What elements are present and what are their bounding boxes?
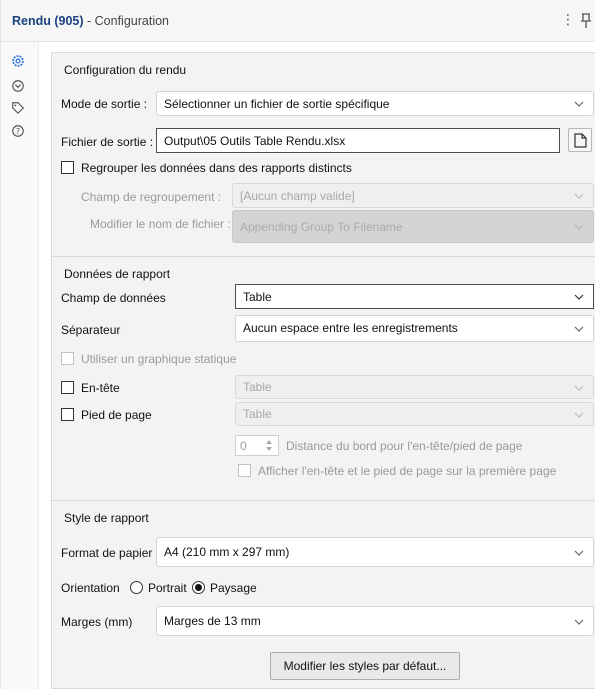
portrait-radio[interactable] xyxy=(130,581,143,594)
footer-checkbox[interactable] xyxy=(61,408,74,421)
output-config-group: Configuration du rendu Mode de sortie : … xyxy=(51,52,595,259)
first-page-label: Afficher l'en-tête et le pied de page su… xyxy=(258,464,557,478)
chevron-down-icon xyxy=(574,193,584,199)
group-title: Données de rapport xyxy=(64,267,171,281)
gear-icon[interactable] xyxy=(11,54,25,68)
group-reports-checkbox[interactable] xyxy=(61,161,74,174)
header-select[interactable]: Table xyxy=(235,375,594,399)
group-reports-label: Regrouper les données dans des rapports … xyxy=(81,161,352,175)
tag-icon[interactable] xyxy=(11,101,25,115)
report-style-group: Style de rapport Format de papier A4 (21… xyxy=(51,500,595,689)
footer-value: Table xyxy=(243,407,272,421)
portrait-label: Portrait xyxy=(148,581,187,595)
content-panel: Configuration du rendu Mode de sortie : … xyxy=(39,42,595,689)
data-field-label: Champ de données xyxy=(61,291,166,305)
header-checkbox[interactable] xyxy=(61,381,74,394)
chevron-down-icon xyxy=(574,326,584,332)
separator-select[interactable]: Aucun espace entre les enregistrements xyxy=(235,315,594,342)
grouping-field-label: Champ de regroupement : xyxy=(81,190,222,204)
landscape-label: Paysage xyxy=(210,581,257,595)
margins-value: Marges de 13 mm xyxy=(164,614,261,628)
data-field-value: Table xyxy=(243,290,272,304)
edit-default-styles-button[interactable]: Modifier les styles par défaut... xyxy=(270,652,460,680)
group-title: Style de rapport xyxy=(64,511,149,525)
header-label: En-tête xyxy=(81,381,120,395)
margins-select[interactable]: Marges de 13 mm xyxy=(156,606,594,636)
chevron-down-icon xyxy=(574,550,584,556)
browse-file-button[interactable] xyxy=(568,128,592,152)
output-mode-value: Sélectionner un fichier de sortie spécif… xyxy=(164,97,390,111)
stepper-arrows-icon[interactable] xyxy=(265,439,273,452)
svg-text:?: ? xyxy=(16,127,20,136)
report-data-group: Données de rapport Champ de données Tabl… xyxy=(51,256,595,530)
edge-distance-label: Distance du bord pour l'en-tête/pied de … xyxy=(286,439,523,453)
first-page-checkbox[interactable] xyxy=(238,464,251,477)
rename-file-select[interactable]: Appending Group To Filename xyxy=(232,210,594,243)
footer-label: Pied de page xyxy=(81,408,152,422)
target-icon[interactable] xyxy=(11,79,25,93)
edge-distance-value: 0 xyxy=(240,439,247,453)
kebab-menu-icon[interactable]: ⋮ xyxy=(561,11,575,28)
chevron-down-icon xyxy=(574,385,584,391)
window-subtitle: Configuration xyxy=(94,14,170,28)
paper-format-value: A4 (210 mm x 297 mm) xyxy=(164,545,290,559)
pin-icon[interactable] xyxy=(579,13,593,29)
file-icon xyxy=(574,133,587,148)
output-mode-label: Mode de sortie : xyxy=(61,97,148,111)
help-icon[interactable]: ? xyxy=(11,124,25,138)
data-field-select[interactable]: Table xyxy=(235,284,594,309)
rename-file-label: Modifier le nom de fichier : xyxy=(90,217,231,231)
edge-distance-stepper[interactable]: 0 xyxy=(235,435,279,456)
margins-label: Marges (mm) xyxy=(61,615,133,629)
paper-format-select[interactable]: A4 (210 mm x 297 mm) xyxy=(156,537,594,567)
radio-selected-dot xyxy=(195,584,202,591)
separator-label: Séparateur xyxy=(61,323,121,337)
grouping-field-value: [Aucun champ valide] xyxy=(240,189,355,203)
orientation-label: Orientation xyxy=(61,581,120,595)
configuration-window: Rendu (905) - Configuration ⋮ ? Configur… xyxy=(0,0,595,689)
static-chart-checkbox[interactable] xyxy=(61,352,74,365)
landscape-radio[interactable] xyxy=(192,581,205,594)
footer-select[interactable]: Table xyxy=(235,402,594,426)
chevron-down-icon xyxy=(574,294,584,300)
output-file-value: Output\05 Outils Table Rendu.xlsx xyxy=(164,134,346,148)
output-file-field[interactable]: Output\05 Outils Table Rendu.xlsx xyxy=(156,128,560,153)
static-chart-label: Utiliser un graphique statique xyxy=(81,352,237,366)
chevron-down-icon xyxy=(574,224,584,230)
window-title: Rendu (905) - Configuration xyxy=(12,14,169,28)
grouping-field-select[interactable]: [Aucun champ valide] xyxy=(232,183,594,208)
output-file-label: Fichier de sortie : xyxy=(61,135,154,149)
paper-format-label: Format de papier xyxy=(61,546,153,560)
side-rail: ? xyxy=(1,42,39,689)
title-bar: Rendu (905) - Configuration ⋮ xyxy=(1,0,595,42)
chevron-down-icon xyxy=(574,412,584,418)
tool-name: Rendu (905) xyxy=(12,14,84,28)
title-separator: - xyxy=(83,14,95,28)
rename-file-value: Appending Group To Filename xyxy=(240,220,403,234)
header-value: Table xyxy=(243,380,272,394)
chevron-down-icon xyxy=(574,619,584,625)
output-mode-select[interactable]: Sélectionner un fichier de sortie spécif… xyxy=(156,91,594,116)
chevron-down-icon xyxy=(574,101,584,107)
group-title: Configuration du rendu xyxy=(64,63,187,77)
separator-value: Aucun espace entre les enregistrements xyxy=(243,321,458,335)
